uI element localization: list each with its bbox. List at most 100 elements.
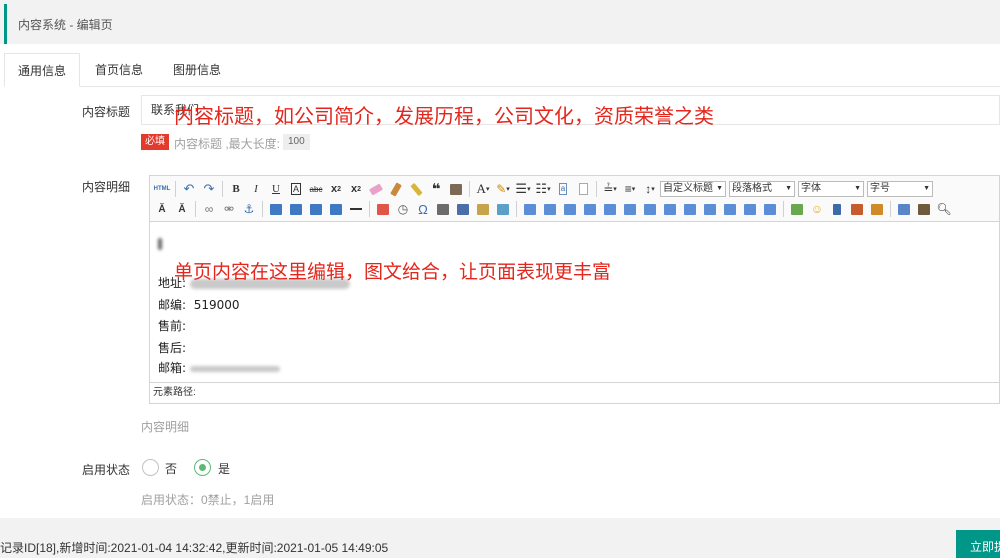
aftersales-label: 售后: [158,341,187,355]
paragraph-format-select[interactable]: 段落格式 ▼ [729,181,795,197]
multi-image-icon[interactable] [433,200,453,218]
image-center-icon[interactable] [326,200,346,218]
text-direction-ltr-icon[interactable]: Ă [152,200,172,218]
bold-icon[interactable]: B [226,180,246,198]
row-spacing-top-icon[interactable]: ≟ ▾ [600,180,620,198]
special-char-icon[interactable]: Ω [413,200,433,218]
toolbar-separator [262,201,263,217]
image-right-icon[interactable] [286,200,306,218]
body-help-text: 内容明细 [141,420,190,434]
insert-table-icon[interactable] [520,200,540,218]
font-size-select[interactable]: 字号 ▼ [867,181,933,197]
postcode-value: 519000 [193,298,240,312]
row-spacing-bottom-icon[interactable]: ≡ ▾ [620,180,640,198]
format-brush-icon[interactable] [386,180,406,198]
presales-label: 售前: [158,319,187,333]
content-postcode-line: 邮编: 519000 [158,296,240,313]
link-icon[interactable]: ∞ [199,200,219,218]
unlink-icon[interactable]: ⚮ [219,200,239,218]
tab-homepage[interactable]: 首页信息 [82,53,156,87]
image-left-icon[interactable] [266,200,286,218]
editor-toolbar: HTML ↶ ↷ B I U A abc x2 x2 ❝ A ▾ ✎ ▾ ☰ ▾ ☷ ▾… [150,176,999,222]
header-accent-bar [4,4,7,44]
merge-right-icon[interactable] [680,200,700,218]
submit-button[interactable]: 立即提交 [956,530,1000,558]
tab-general[interactable]: 通用信息 [4,53,80,87]
status-label: 启用状态 [81,463,130,477]
wordimage-icon[interactable] [914,200,934,218]
music-icon[interactable] [847,200,867,218]
template-icon[interactable] [473,200,493,218]
split-cols-icon[interactable] [760,200,780,218]
font-family-select[interactable]: 字体 ▼ [798,181,864,197]
horizontal-rule-icon[interactable] [346,200,366,218]
toolbar-row-2: Ă Ă ∞ ⚮ ⚓ ◷ Ω ☺ 🔍︎ [152,199,954,219]
select-all-icon[interactable]: a [553,180,573,198]
simple-upload-icon[interactable] [787,200,807,218]
toolbar-separator [222,181,223,197]
background-color-icon[interactable]: ✎ ▾ [493,180,513,198]
status-help-text: 启用状态：0禁止，1启用 [141,493,275,507]
redo-icon[interactable]: ↷ [199,180,219,198]
delete-row-icon[interactable] [600,200,620,218]
required-badge: 必填 [141,134,169,150]
insert-row-icon[interactable] [580,200,600,218]
status-radio-no-label[interactable]: 否 [165,460,177,477]
toolbar-separator [469,181,470,197]
code-icon[interactable] [894,200,914,218]
max-length-badge: 100 [283,134,310,150]
font-color-icon[interactable]: A ▾ [473,180,493,198]
insert-paragraph-icon[interactable] [560,200,580,218]
superscript-icon[interactable]: x2 [326,180,346,198]
italic-icon[interactable]: I [246,180,266,198]
toolbar-separator [369,201,370,217]
preview-icon[interactable] [493,200,513,218]
merge-down-icon[interactable] [700,200,720,218]
clear-doc-icon[interactable] [573,180,593,198]
unordered-list-icon[interactable]: ☷ ▾ [533,180,553,198]
editor-content[interactable]: 地址: 邮编: 519000 售前: 售后: 邮箱: [150,223,999,380]
text-direction-rtl-icon[interactable]: Ă [172,200,192,218]
status-radio-yes[interactable] [194,459,211,476]
time-icon[interactable]: ◷ [393,200,413,218]
content-presales-line: 售前: [158,317,186,334]
strikethrough-icon[interactable]: abc [306,180,326,198]
video-icon[interactable] [827,200,847,218]
split-cells-icon[interactable] [720,200,740,218]
blockquote-icon[interactable]: ❝ [426,180,446,198]
ordered-list-icon[interactable]: ☰ ▾ [513,180,533,198]
underline-icon[interactable]: U [266,180,286,198]
title-help-text: 内容标题 ,最大长度: [174,137,281,151]
subscript-icon[interactable]: x2 [346,180,366,198]
anchor-icon[interactable]: ⚓ [239,200,259,218]
rich-text-editor: HTML ↶ ↷ B I U A abc x2 x2 ❝ A ▾ ✎ ▾ ☰ ▾ ☷ ▾… [149,175,1000,404]
date-icon[interactable] [373,200,393,218]
undo-icon[interactable]: ↶ [179,180,199,198]
font-border-icon[interactable]: A [286,180,306,198]
toolbar-separator [890,201,891,217]
status-radio-no[interactable] [142,459,159,476]
page-break-icon[interactable] [453,200,473,218]
emotion-icon[interactable]: ☺ [807,200,827,218]
toolbar-separator [175,181,176,197]
eraser-icon[interactable] [366,180,386,198]
custom-heading-select[interactable]: 自定义标题 ▼ [660,181,726,197]
content-email-line: 邮箱: [158,359,280,376]
split-rows-icon[interactable] [740,200,760,218]
tab-gallery[interactable]: 图册信息 [160,53,234,87]
page-title: 内容系统 - 编辑页 [18,18,113,32]
status-radio-yes-label[interactable]: 是 [218,460,230,477]
merge-cells-icon[interactable] [660,200,680,218]
delete-col-icon[interactable] [640,200,660,218]
search-replace-icon[interactable]: 🔍︎ [934,200,954,218]
element-path-bar: 元素路径: [150,382,999,403]
line-height-icon[interactable]: ↕ ▾ [640,180,660,198]
insert-col-icon[interactable] [620,200,640,218]
html-source-button[interactable]: HTML [152,180,172,198]
auto-format-icon[interactable] [406,180,426,198]
paste-plain-icon[interactable] [446,180,466,198]
image-none-icon[interactable] [306,200,326,218]
attachment-icon[interactable] [867,200,887,218]
delete-table-icon[interactable] [540,200,560,218]
postcode-label: 邮编: [158,298,187,312]
